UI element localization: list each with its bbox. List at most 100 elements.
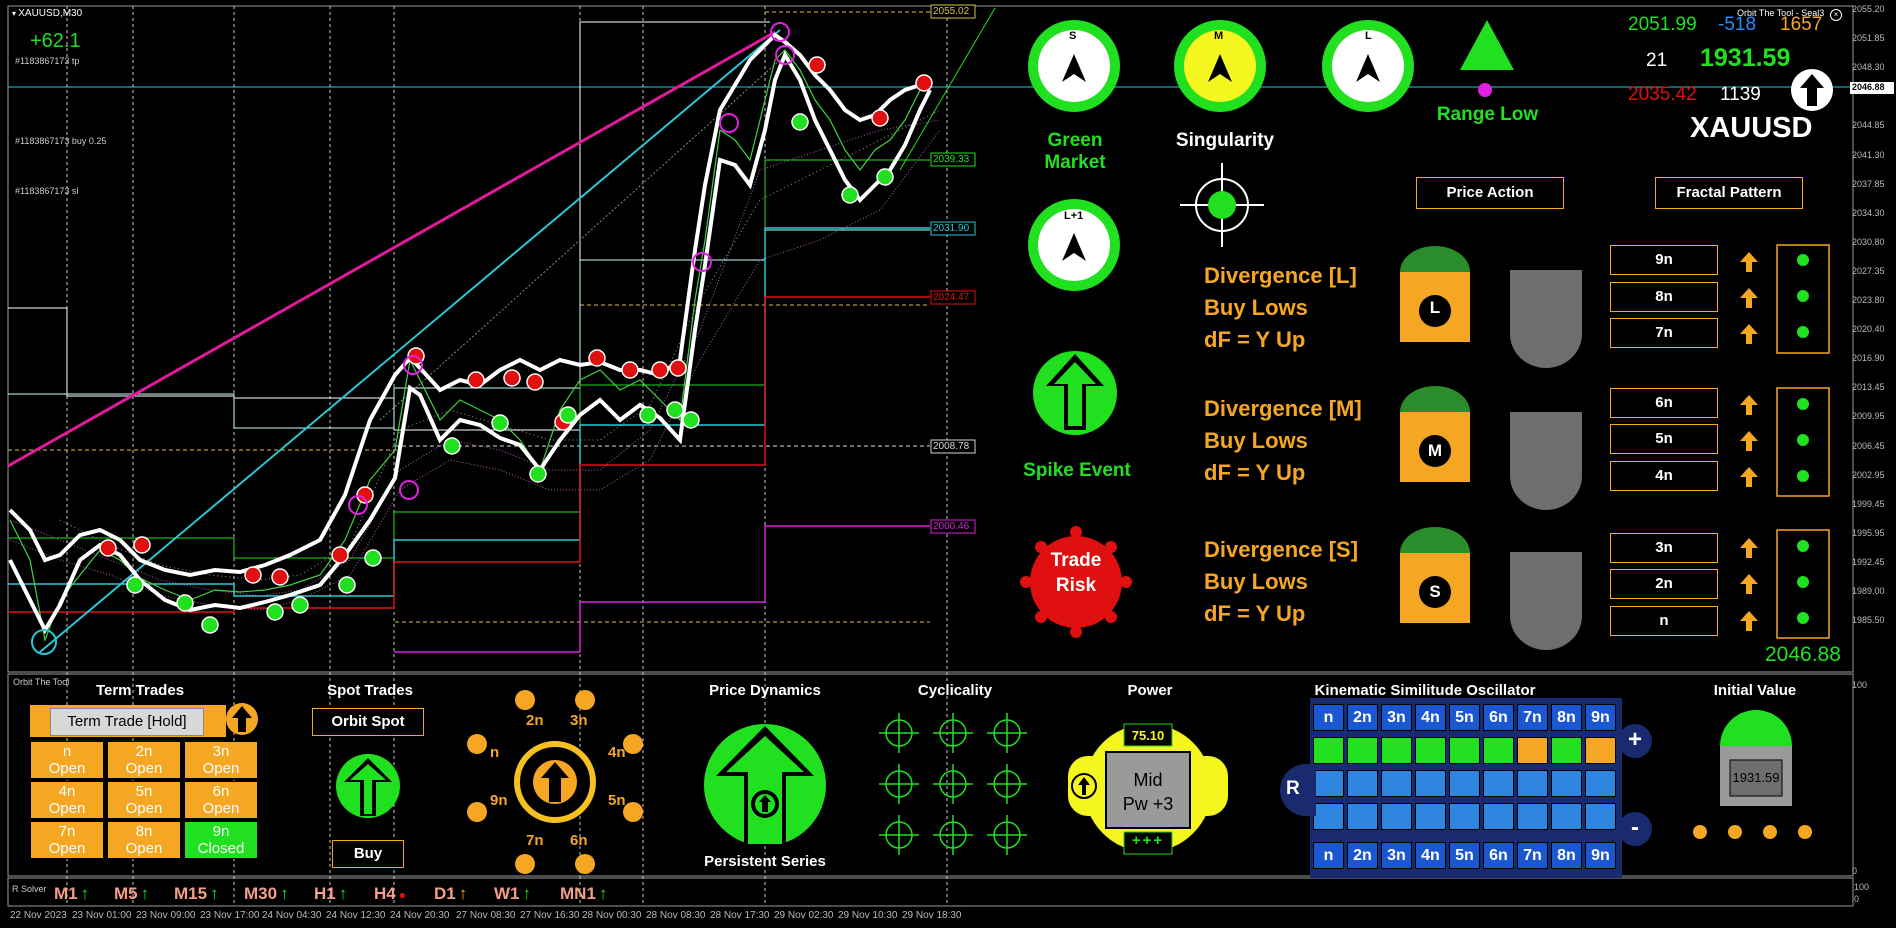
gray-pill-s xyxy=(1510,552,1582,650)
kso-value-cell xyxy=(1415,770,1446,797)
term-trade-cell-level: 9n xyxy=(212,823,230,840)
term-trade-up-icon[interactable] xyxy=(224,700,260,738)
term-trade-cell[interactable]: 3n Open xyxy=(184,741,258,779)
timeframe-h4[interactable]: H4 ● xyxy=(374,884,406,903)
level-box-7n: 7n xyxy=(1610,318,1718,348)
signal-dot-columns xyxy=(1776,244,1830,639)
timeframe-w1[interactable]: W1 ↑ xyxy=(494,884,532,903)
level-box-3n: 3n xyxy=(1610,533,1718,563)
power-title: Power xyxy=(1127,682,1173,699)
crosshair-icon xyxy=(1180,163,1264,247)
timeframe-m30[interactable]: M30 ↑ xyxy=(244,884,289,903)
timeframe-m15[interactable]: M15 ↑ xyxy=(174,884,219,903)
buy-button[interactable]: Buy xyxy=(332,840,404,868)
kso-header-bottom: 4n xyxy=(1415,842,1446,869)
kso-value-cell xyxy=(1551,770,1582,797)
level-tag-2: 2039.33 xyxy=(933,154,970,165)
term-trade-cell[interactable]: 5n Open xyxy=(107,781,181,819)
time-axis-label: 27 Nov 16:30 xyxy=(520,910,580,921)
term-trade-cell-level: 5n xyxy=(135,783,153,800)
up-arrow-icon: ↑ xyxy=(522,884,532,903)
kso-signal-cell xyxy=(1551,737,1582,764)
divergence-m-title: Divergence [M] xyxy=(1204,396,1362,421)
price-axis-label: 2020.40 xyxy=(1852,324,1885,335)
orbit-label-2n: 2n xyxy=(526,712,544,729)
stat-high: 2051.99 xyxy=(1628,14,1697,35)
stat-price: 1931.59 xyxy=(1700,44,1791,72)
price-axis-label: 2046.88 xyxy=(1852,82,1885,92)
kso-value-cell xyxy=(1381,803,1412,830)
kso-plus-button[interactable]: + xyxy=(1618,724,1652,758)
term-trade-cell[interactable]: 8n Open xyxy=(107,821,181,859)
divergence-l-line3: dF = Y Up xyxy=(1204,327,1306,352)
orbit-spot-button[interactable]: Orbit Spot xyxy=(312,708,424,736)
price-action-button[interactable]: Price Action xyxy=(1416,177,1564,209)
spike-event-label: Spike Event xyxy=(1023,460,1131,481)
divergence-l-text: Divergence [L] Buy Lows dF = Y Up xyxy=(1204,260,1357,356)
term-trade-cell[interactable]: n Open xyxy=(30,741,104,779)
price-axis-label: 2027.35 xyxy=(1852,265,1885,276)
kso-header-bottom: 5n xyxy=(1449,842,1480,869)
term-trade-cell[interactable]: 7n Open xyxy=(30,821,104,859)
price-axis-label: 2034.30 xyxy=(1852,207,1885,218)
close-icon[interactable]: × xyxy=(1830,9,1842,21)
time-axis-label: 24 Nov 20:30 xyxy=(390,910,450,921)
term-trade-cell-status: Open xyxy=(202,760,240,777)
divergence-l-title: Divergence [L] xyxy=(1204,263,1357,288)
term-trade-hold-button[interactable]: Term Trade [Hold] xyxy=(50,708,204,736)
kso-signal-cell xyxy=(1483,737,1514,764)
level-box-5n: 5n xyxy=(1610,424,1718,454)
kso-signal-cell xyxy=(1381,737,1412,764)
timeframe-m5[interactable]: M5 ↑ xyxy=(114,884,150,903)
term-trade-cell[interactable]: 6n Open xyxy=(184,781,258,819)
dial-l-label: L xyxy=(1365,30,1372,42)
stat-diff: -518 xyxy=(1718,14,1757,35)
level-tag-4: 2024.47 xyxy=(933,292,970,303)
timeframe-d1[interactable]: D1 ↑ xyxy=(434,884,468,903)
price-axis-label: 1999.45 xyxy=(1852,498,1885,509)
time-axis-label: 28 Nov 08:30 xyxy=(646,910,706,921)
kso-header-bottom: 3n xyxy=(1381,842,1412,869)
kso-signal-cell xyxy=(1313,737,1344,764)
kso-header-bottom: 6n xyxy=(1483,842,1514,869)
kso-header-bottom: 7n xyxy=(1517,842,1548,869)
kso-r-button[interactable]: R xyxy=(1286,778,1300,800)
fractal-pattern-button[interactable]: Fractal Pattern xyxy=(1655,177,1803,209)
osc-axis-bottom: 0 xyxy=(1852,866,1858,876)
kso-value-cell xyxy=(1449,770,1480,797)
timeframe-m1[interactable]: M1 ↑ xyxy=(54,884,89,903)
cyclicality-crosshair-grid xyxy=(879,713,1027,855)
order-tp-label: #1183867173 tp xyxy=(15,56,80,66)
divergence-m-line3: dF = Y Up xyxy=(1204,460,1306,485)
term-trade-cell-status: Open xyxy=(125,800,163,817)
kso-minus-button[interactable]: - xyxy=(1618,812,1652,846)
kso-title: Kinematic Similitude Oscillator xyxy=(1314,682,1536,699)
divergence-l-badge xyxy=(1400,246,1470,342)
term-trade-cell-level: 2n xyxy=(135,743,153,760)
up-arrow-icon: ↑ xyxy=(458,884,468,903)
term-trade-cell[interactable]: 4n Open xyxy=(30,781,104,819)
timeframe-mn1[interactable]: MN1 ↑ xyxy=(560,884,607,903)
divergence-s-badge-label: S xyxy=(1429,582,1441,601)
term-trade-cell[interactable]: 9n Closed xyxy=(184,821,258,859)
term-trade-cell-level: 7n xyxy=(58,823,76,840)
timeframe-label: MN1 xyxy=(560,884,596,903)
time-axis-label: 27 Nov 08:30 xyxy=(456,910,516,921)
spot-trades-title: Spot Trades xyxy=(327,682,413,699)
term-trade-cell[interactable]: 2n Open xyxy=(107,741,181,779)
kso-signal-cell xyxy=(1415,737,1446,764)
trade-risk-label-1: Trade xyxy=(1050,550,1102,571)
green-market-label: Green Market xyxy=(1044,130,1106,173)
time-axis-label: 29 Nov 10:30 xyxy=(838,910,898,921)
kso-header-bottom: n xyxy=(1313,842,1344,869)
price-axis-label: 2041.30 xyxy=(1852,149,1885,160)
term-trade-cell-level: 4n xyxy=(58,783,76,800)
term-trade-cell-status: Open xyxy=(48,840,86,857)
price-axis-label: 2055.20 xyxy=(1852,4,1885,14)
dial-s-label: S xyxy=(1069,30,1077,42)
range-low-label: Range Low xyxy=(1436,104,1539,125)
divergence-s-line3: dF = Y Up xyxy=(1204,601,1306,626)
orbit-label-n: n xyxy=(490,744,500,761)
up-arrow-icon: ↑ xyxy=(140,884,150,903)
timeframe-h1[interactable]: H1 ↑ xyxy=(314,884,347,903)
